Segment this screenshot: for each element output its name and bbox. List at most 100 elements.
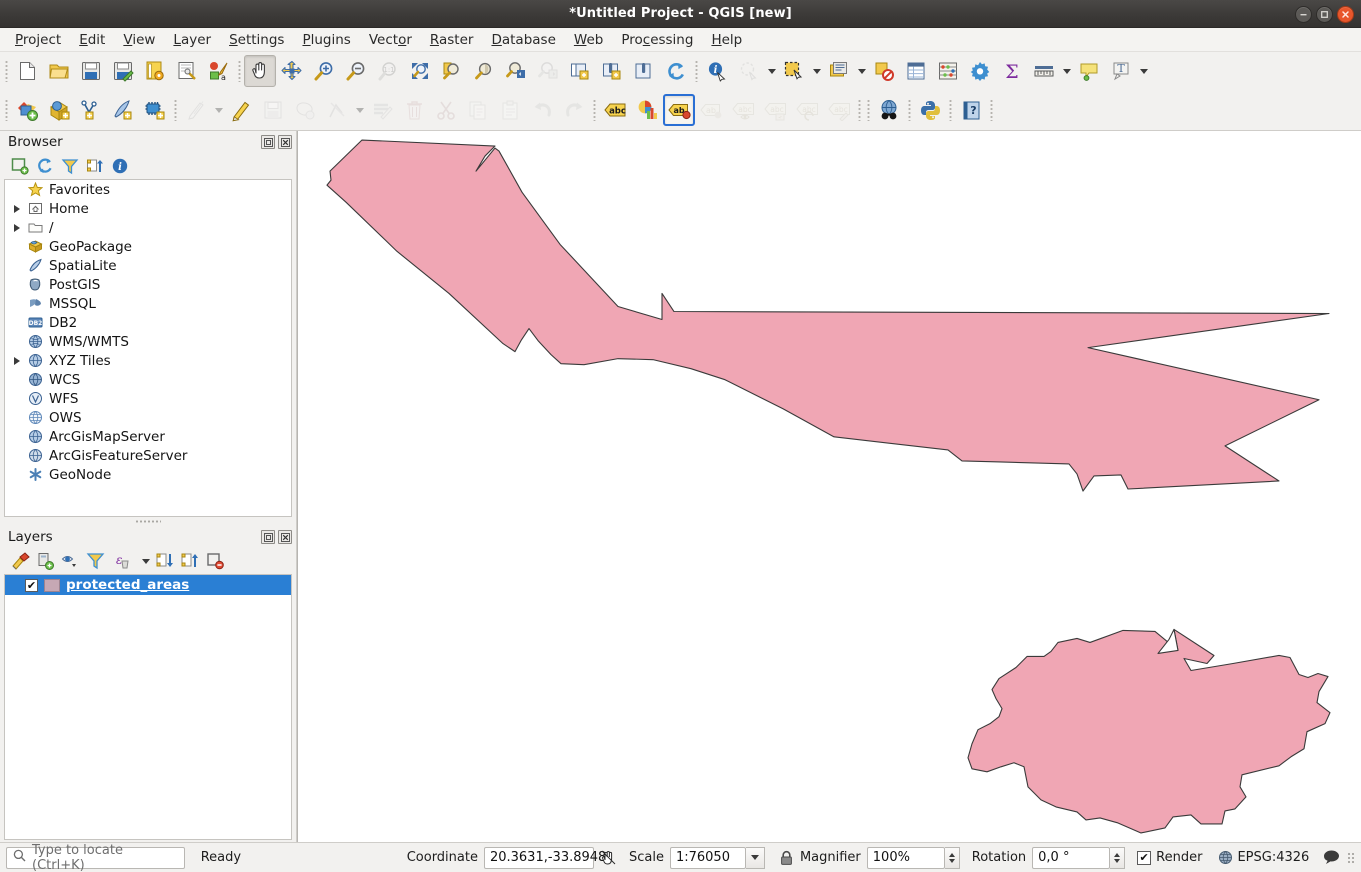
measure-line-icon[interactable]	[1028, 55, 1060, 87]
manage-map-themes-icon[interactable]	[58, 550, 82, 572]
pan-to-selection-icon[interactable]	[276, 55, 308, 87]
bookmarks-icon[interactable]	[628, 55, 660, 87]
new-project-icon[interactable]	[11, 55, 43, 87]
select-features-icon[interactable]	[778, 55, 810, 87]
menu-view[interactable]: View	[114, 30, 164, 50]
resize-grip[interactable]	[1347, 852, 1355, 864]
maximize-button[interactable]	[1316, 6, 1333, 23]
menu-web[interactable]: Web	[565, 30, 612, 50]
expand-toggle[interactable]	[9, 218, 25, 237]
crs-globe-icon[interactable]	[1218, 850, 1233, 865]
browser-item-root[interactable]: /	[5, 218, 291, 237]
toolbar-handle[interactable]	[235, 58, 244, 84]
expand-toggle[interactable]	[9, 199, 25, 218]
rotation-input[interactable]: 0,0 °	[1032, 847, 1110, 869]
menu-vector[interactable]: Vector	[360, 30, 421, 50]
expand-toggle[interactable]	[9, 465, 25, 484]
expand-toggle[interactable]	[9, 313, 25, 332]
toolbar-handle[interactable]	[590, 97, 599, 123]
deselect-features-icon[interactable]	[868, 55, 900, 87]
save-layer-edits-icon[interactable]	[257, 94, 289, 126]
help-icon[interactable]: ?	[955, 94, 987, 126]
render-checkbox[interactable]: ✔	[1137, 851, 1151, 865]
save-project-icon[interactable]	[75, 55, 107, 87]
vertex-tool-icon[interactable]	[321, 94, 353, 126]
map-canvas[interactable]	[298, 131, 1361, 842]
browser-item-geonode[interactable]: GeoNode	[5, 465, 291, 484]
modify-attributes-icon[interactable]	[366, 94, 398, 126]
expression-filter-icon[interactable]: ε	[108, 550, 138, 572]
identify-features-icon[interactable]: i	[701, 55, 733, 87]
pan-map-icon[interactable]	[244, 55, 276, 87]
zoom-full-icon[interactable]	[404, 55, 436, 87]
run-feature-action-icon[interactable]	[733, 55, 765, 87]
zoom-native-icon[interactable]: 1:1	[372, 55, 404, 87]
remove-layer-icon[interactable]	[203, 550, 227, 572]
toolbar-handle[interactable]	[692, 58, 701, 84]
rotate-label-icon[interactable]: abc	[791, 94, 823, 126]
expand-toggle[interactable]	[9, 294, 25, 313]
layer-visibility-checkbox[interactable]: ✔	[25, 579, 38, 592]
magnifier-input[interactable]: 100%	[867, 847, 945, 869]
expand-toggle[interactable]	[9, 256, 25, 275]
expand-toggle[interactable]	[9, 351, 25, 370]
lock-icon[interactable]	[779, 850, 794, 866]
pin-labels-icon[interactable]: ab	[695, 94, 727, 126]
current-edits-dropdown[interactable]	[212, 94, 225, 126]
menu-help[interactable]: Help	[702, 30, 751, 50]
toolbar-handle[interactable]	[946, 97, 955, 123]
enable-properties-icon[interactable]: i	[108, 155, 132, 177]
scale-dropdown[interactable]	[746, 847, 765, 869]
add-group-icon[interactable]	[33, 550, 57, 572]
expand-toggle[interactable]	[9, 389, 25, 408]
change-label-icon[interactable]: abc	[823, 94, 855, 126]
expand-toggle[interactable]	[9, 275, 25, 294]
messages-icon[interactable]	[1323, 850, 1341, 866]
cut-features-icon[interactable]	[430, 94, 462, 126]
undo-icon[interactable]	[526, 94, 558, 126]
copy-features-icon[interactable]	[462, 94, 494, 126]
browser-close-button[interactable]	[278, 135, 292, 149]
menu-raster[interactable]: Raster	[421, 30, 483, 50]
magnifier-stepper[interactable]	[945, 847, 960, 869]
browser-item-arcgismapserver[interactable]: ArcGisMapServer	[5, 427, 291, 446]
highlight-pinned-labels-icon[interactable]: ab	[663, 94, 695, 126]
layers-undock-button[interactable]	[261, 530, 275, 544]
new-3d-map-view-icon[interactable]	[596, 55, 628, 87]
browser-item-wfs[interactable]: WFS	[5, 389, 291, 408]
open-data-source-manager-icon[interactable]	[11, 94, 43, 126]
browser-item-db2[interactable]: DB2 DB2	[5, 313, 291, 332]
browser-item-home[interactable]: Home	[5, 199, 291, 218]
redo-icon[interactable]	[558, 94, 590, 126]
browser-undock-button[interactable]	[261, 135, 275, 149]
collapse-all-icon[interactable]	[178, 550, 202, 572]
expression-filter-dropdown[interactable]	[139, 550, 152, 572]
layout-manager-icon[interactable]	[171, 55, 203, 87]
new-map-view-icon[interactable]	[564, 55, 596, 87]
browser-item-wms-wmts[interactable]: WMS/WMTS	[5, 332, 291, 351]
open-project-icon[interactable]	[43, 55, 75, 87]
toolbar-handle[interactable]	[2, 97, 11, 123]
menu-database[interactable]: Database	[482, 30, 564, 50]
browser-item-geopackage[interactable]: GeoPackage	[5, 237, 291, 256]
expand-toggle[interactable]	[9, 370, 25, 389]
run-feature-action-dropdown[interactable]	[765, 55, 778, 87]
rotation-stepper[interactable]	[1110, 847, 1125, 869]
zoom-in-icon[interactable]	[308, 55, 340, 87]
collapse-all-icon[interactable]	[83, 155, 107, 177]
toolbar-handle[interactable]	[864, 97, 873, 123]
scale-input[interactable]: 1:76050	[670, 847, 746, 869]
layers-list[interactable]: ✔ protected_areas	[4, 574, 292, 840]
zoom-to-layer-icon[interactable]	[468, 55, 500, 87]
browser-item-xyz-tiles[interactable]: XYZ Tiles	[5, 351, 291, 370]
annotation-dropdown[interactable]	[1137, 55, 1150, 87]
vertex-tool-dropdown[interactable]	[353, 94, 366, 126]
menu-processing[interactable]: Processing	[612, 30, 702, 50]
browser-tree[interactable]: Favorites Home /	[4, 179, 292, 517]
select-by-expression-dropdown[interactable]	[855, 55, 868, 87]
toolbar-handle[interactable]	[171, 97, 180, 123]
browser-item-favorites[interactable]: Favorites	[5, 180, 291, 199]
select-by-expression-icon[interactable]	[823, 55, 855, 87]
toggle-editing-icon[interactable]	[225, 94, 257, 126]
statistical-summary-icon[interactable]: Σ	[996, 55, 1028, 87]
